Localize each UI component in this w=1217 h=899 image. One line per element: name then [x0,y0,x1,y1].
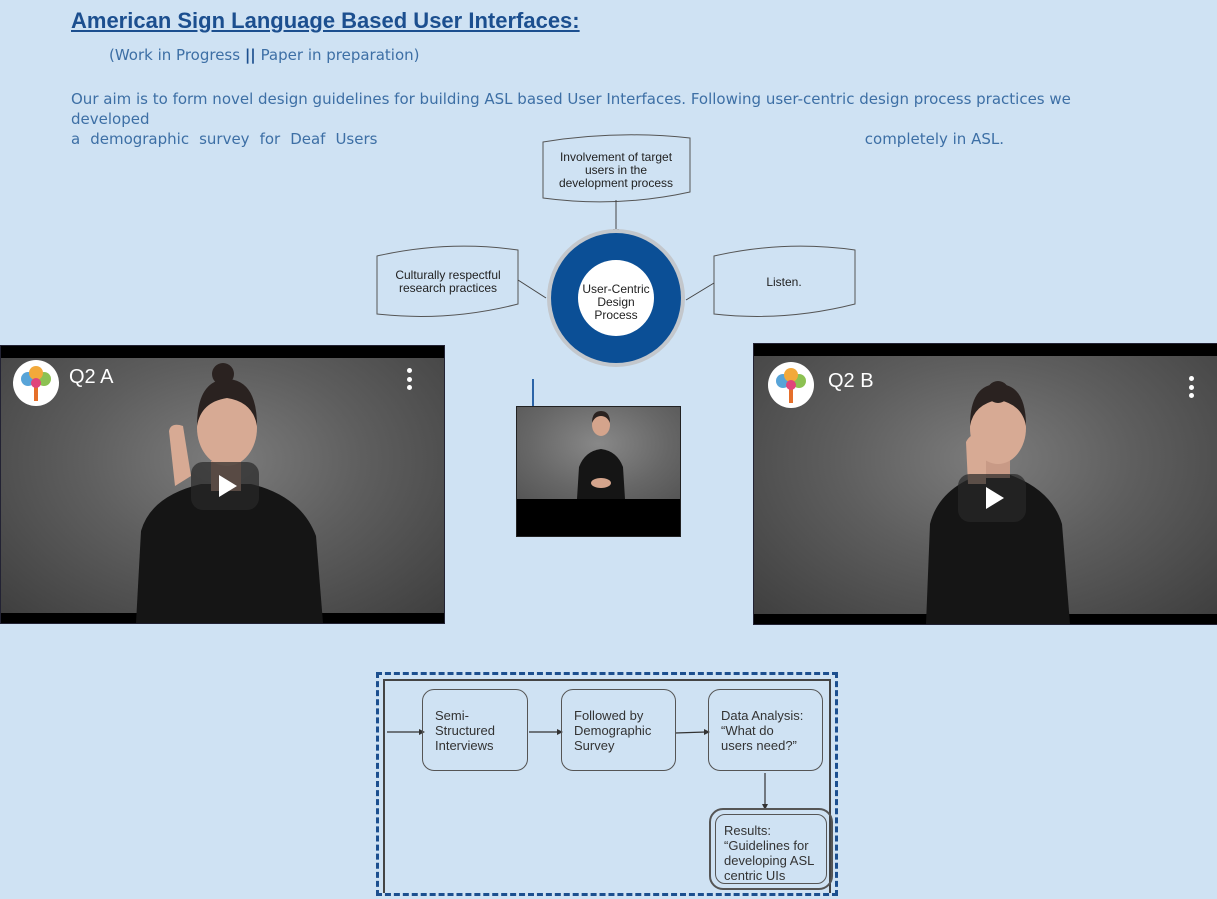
small-video-thumbnail[interactable] [516,406,681,537]
subtitle-separator: || [244,46,256,64]
tree-logo-icon [21,366,51,401]
channel-logo[interactable] [13,360,59,406]
intro-word: for [259,130,281,148]
intro-word: survey [199,130,250,148]
channel-logo[interactable] [768,362,814,408]
play-button[interactable] [958,474,1026,522]
signer-figure-small [577,411,625,499]
video-title[interactable]: Q2 A [69,366,113,389]
user-centric-diagram: User-Centric Design Process Involvement … [370,128,870,373]
intro-word: Deaf [290,130,326,148]
video-player-q2a[interactable]: Q2 A [0,345,445,624]
intro-word: a [71,130,81,148]
flow-step-survey: Followed by Demographic Survey [561,689,676,771]
intro-line-2-end: completely in ASL. [864,130,1004,148]
diagram-top-label: Involvement of target users in the devel… [558,150,674,190]
flow-step-analysis: Data Analysis: “What do users need?” [708,689,823,771]
page-title: American Sign Language Based User Interf… [71,8,580,33]
status-subtitle: (Work in Progress || Paper in preparatio… [109,46,420,64]
subtitle-right: Paper in preparation) [255,46,420,64]
subtitle-left: (Work in Progress [109,46,245,64]
intro-line-1: Our aim is to form novel design guidelin… [71,90,1071,128]
play-button[interactable] [191,462,259,510]
flow-result-text: Results: “Guidelines for developing ASL … [715,814,827,884]
left-connector [517,279,547,299]
more-options-icon[interactable] [1189,376,1194,398]
tree-logo-icon [776,368,806,403]
diagram-left-label: Culturally respectful research practices [395,268,501,295]
diagram-center-label: User-Centric Design Process [582,282,650,322]
text-cursor [532,379,534,406]
flow-result: Results: “Guidelines for developing ASL … [709,808,833,890]
diagram-right-label: Listen. [766,275,802,289]
video-title[interactable]: Q2 B [828,370,874,393]
right-connector [685,282,715,301]
video-player-q2b[interactable]: Q2 B [753,343,1217,625]
more-options-icon[interactable] [407,368,412,390]
intro-word: demographic [90,130,190,148]
methodology-flowchart: Semi- Structured Interviews Followed by … [376,672,838,896]
flow-step-interviews: Semi- Structured Interviews [422,689,528,771]
